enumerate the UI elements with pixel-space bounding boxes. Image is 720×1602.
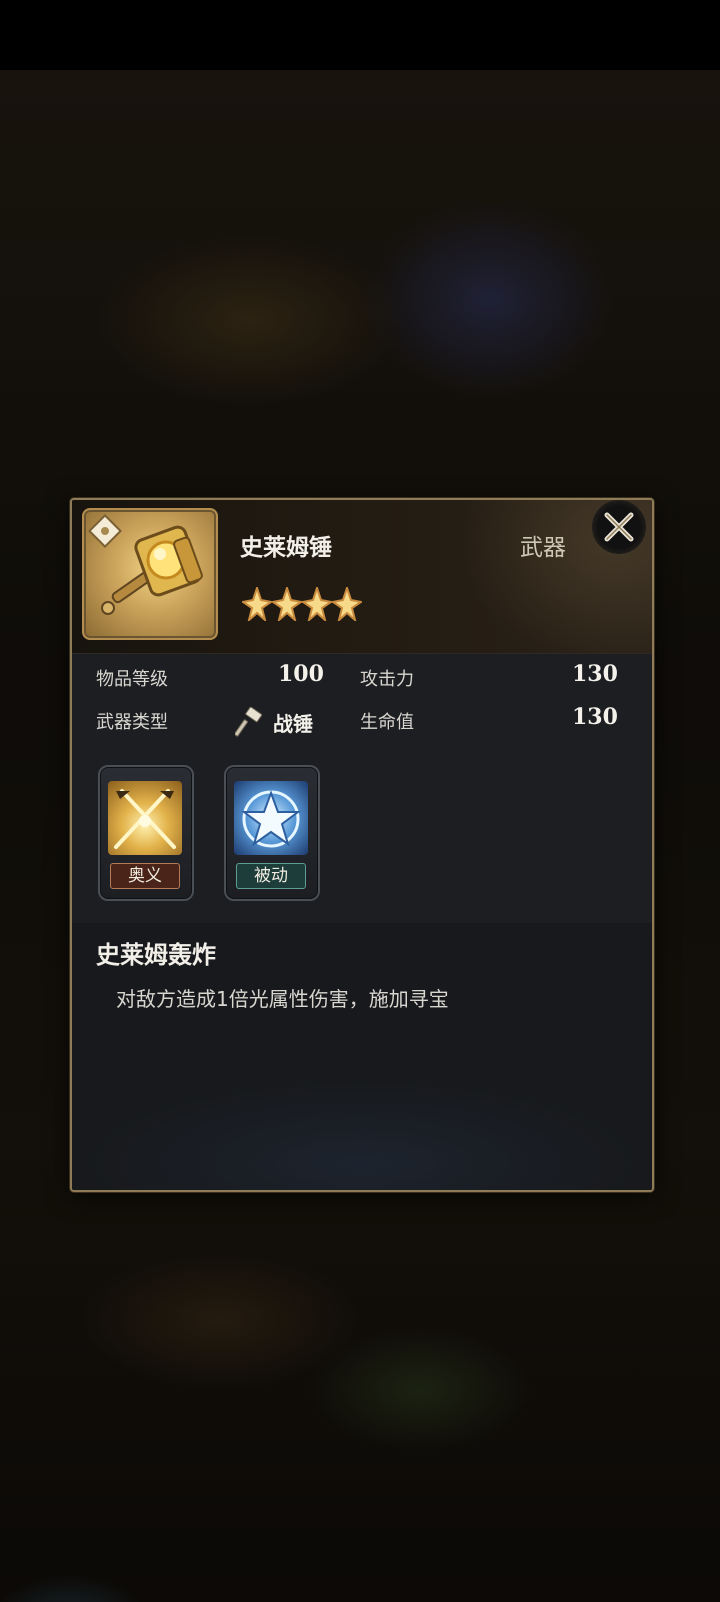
rarity-stars	[242, 587, 362, 621]
hp-label: 生命值	[360, 712, 414, 733]
star-icon	[302, 587, 332, 621]
close-button[interactable]	[592, 500, 646, 554]
skill-ultimate[interactable]: 奥义	[98, 765, 194, 901]
status-bar	[0, 0, 720, 70]
item-name: 史莱姆锤	[240, 535, 332, 561]
attack-label: 攻击力	[360, 669, 414, 690]
weapon-type-label: 武器类型	[96, 712, 168, 733]
skill-tag: 被动	[236, 863, 306, 889]
skill-title: 史莱姆轰炸	[96, 941, 216, 969]
item-detail-panel: 史莱姆锤 武器 物品等级 100 攻击力 130 武器类型 战锤 生命值 130…	[70, 498, 654, 1192]
star-emblem-icon	[234, 781, 308, 855]
skill-description: 对敌方造成1倍光属性伤害，施加寻宝	[116, 987, 449, 1011]
item-level-value: 100	[278, 661, 324, 687]
skill-passive[interactable]: 被动	[224, 765, 320, 901]
skill-tag: 奥义	[110, 863, 180, 889]
item-level-label: 物品等级	[96, 669, 168, 690]
star-icon	[242, 587, 272, 621]
crossed-swords-icon	[108, 781, 182, 855]
close-icon	[604, 512, 634, 542]
item-category: 武器	[520, 535, 566, 561]
golden-hammer-icon	[82, 508, 218, 640]
item-header: 史莱姆锤 武器	[72, 500, 652, 654]
star-icon	[332, 587, 362, 621]
hp-value: 130	[572, 704, 618, 730]
skill-detail: 史莱姆轰炸 对敌方造成1倍光属性伤害，施加寻宝	[72, 923, 652, 1190]
star-icon	[272, 587, 302, 621]
war-hammer-icon	[235, 707, 263, 737]
attack-value: 130	[572, 661, 618, 687]
weapon-type-value: 战锤	[273, 711, 313, 736]
weapon-type: 战锤	[235, 707, 313, 737]
